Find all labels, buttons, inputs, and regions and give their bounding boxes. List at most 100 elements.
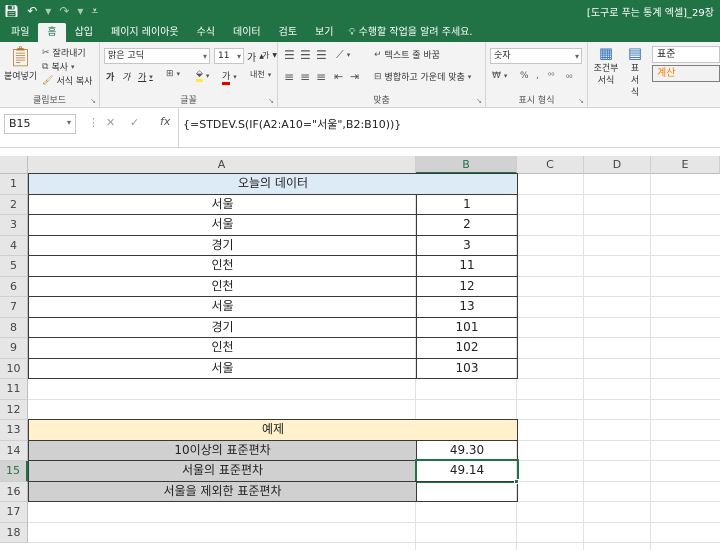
region-cell[interactable]: 경기 [28, 316, 417, 338]
dialog-launcher-icon[interactable]: ↘ [90, 97, 96, 105]
increase-indent-button[interactable]: ⇥ [350, 70, 359, 83]
tab-home[interactable]: 홈 [38, 23, 66, 42]
column-header-e[interactable]: E [651, 156, 720, 174]
save-icon[interactable]: 💾︎ [4, 4, 19, 18]
phonetic-button[interactable]: 내천 ▾ [250, 69, 271, 80]
row-header-10[interactable]: 10 [0, 358, 28, 379]
formula-input[interactable]: {=STDEV.S(IF(A2:A10="서울",B2:B10))} [178, 108, 720, 148]
bold-button[interactable]: 가 [106, 70, 114, 83]
decrease-decimal-button[interactable]: ₀₀ [566, 71, 572, 80]
example-header-cell[interactable]: 예제 [28, 419, 518, 441]
borders-button[interactable]: ⊞ ▾ [166, 69, 180, 79]
example-label-cell[interactable]: 서울을 제외한 표준편차 [28, 480, 417, 502]
row-header-5[interactable]: 5 [0, 256, 28, 277]
row-header-15[interactable]: 15 [0, 461, 28, 482]
row-header-17[interactable]: 17 [0, 502, 28, 523]
example-value-cell[interactable] [416, 480, 518, 502]
tab-page-layout[interactable]: 페이지 레이아웃 [102, 23, 188, 42]
align-right-button[interactable]: ≡ [316, 70, 326, 84]
fill-color-button[interactable]: ⬙ ▾ [196, 69, 209, 82]
number-format-select[interactable]: 숫자 ▾ [490, 48, 582, 64]
row-header-18[interactable]: 18 [0, 522, 28, 543]
region-cell[interactable]: 인천 [28, 255, 417, 277]
tab-insert[interactable]: 삽입 [66, 23, 102, 42]
table-header-cell[interactable]: 오늘의 데이터 [28, 173, 518, 195]
align-top-button[interactable]: ☰ [284, 48, 295, 62]
value-cell[interactable]: 12 [416, 275, 518, 297]
value-cell[interactable]: 2 [416, 214, 518, 236]
undo-icon[interactable]: ↶ [27, 4, 37, 18]
fill-handle[interactable] [514, 478, 519, 484]
cancel-icon[interactable]: ✕ [106, 116, 115, 129]
column-header-c[interactable]: C [517, 156, 584, 174]
row-header-9[interactable]: 9 [0, 338, 28, 359]
row-header-4[interactable]: 4 [0, 235, 28, 256]
worksheet-grid[interactable]: A B C D E 1 2 3 4 5 6 7 8 9 10 11 12 13 14 15 16 17 18 오늘의 데이터 서… [0, 156, 720, 550]
style-calculation[interactable]: 계산 [652, 65, 720, 82]
region-cell[interactable]: 인천 [28, 275, 417, 297]
value-cell[interactable]: 13 [416, 296, 518, 318]
conditional-format-button[interactable]: ▦ 조건부 서식 [592, 44, 620, 87]
row-header-13[interactable]: 13 [0, 420, 28, 441]
percent-button[interactable]: % [520, 71, 529, 81]
region-cell[interactable]: 서울 [28, 193, 417, 215]
region-cell[interactable]: 서울 [28, 296, 417, 318]
value-cell[interactable]: 3 [416, 234, 518, 256]
copy-button[interactable]: ⧉ 복사 ▾ [42, 60, 75, 74]
row-header-6[interactable]: 6 [0, 276, 28, 297]
region-cell[interactable]: 인천 [28, 337, 417, 359]
column-header-b[interactable]: B [416, 156, 517, 174]
value-cell[interactable]: 102 [416, 337, 518, 359]
merge-center-button[interactable]: ⊟ 병합하고 가운데 맞춤 ▾ [374, 70, 471, 84]
value-cell[interactable]: 101 [416, 316, 518, 338]
example-label-cell[interactable]: 서울의 표준편차 [28, 460, 417, 482]
tab-view[interactable]: 보기 [306, 23, 342, 42]
align-bottom-button[interactable]: ☰ [316, 48, 327, 62]
undo-dropdown-icon[interactable]: ▾ [45, 4, 51, 18]
row-header-14[interactable]: 14 [0, 440, 28, 461]
align-left-button[interactable]: ≡ [284, 70, 294, 84]
customize-qat-icon[interactable]: ⩡ [91, 4, 98, 19]
font-name-select[interactable]: 맑은 고딕 ▾ [104, 48, 210, 64]
redo-dropdown-icon[interactable]: ▾ [77, 4, 83, 18]
italic-button[interactable]: 가 [122, 70, 130, 83]
insert-function-icon[interactable]: fx [160, 115, 170, 128]
value-cell[interactable]: 11 [416, 255, 518, 277]
tab-review[interactable]: 검토 [270, 23, 306, 42]
dialog-launcher-icon[interactable]: ↘ [476, 97, 482, 105]
increase-decimal-button[interactable]: ⁰⁰ [548, 71, 554, 80]
redo-icon[interactable]: ↷ [59, 4, 69, 18]
example-label-cell[interactable]: 10이상의 표준편차 [28, 439, 417, 461]
row-header-16[interactable]: 16 [0, 481, 28, 502]
region-cell[interactable]: 서울 [28, 214, 417, 236]
align-middle-button[interactable]: ☰ [300, 48, 311, 62]
align-center-button[interactable]: ≡ [300, 70, 310, 84]
shrink-font-button[interactable]: 가 ▼ [262, 50, 277, 61]
tab-formulas[interactable]: 수식 [188, 23, 224, 42]
font-color-button[interactable]: 가 ▾ [222, 69, 237, 85]
row-header-3[interactable]: 3 [0, 215, 28, 236]
value-cell[interactable]: 103 [416, 357, 518, 379]
currency-button[interactable]: ₩ ▾ [492, 71, 507, 81]
tab-file[interactable]: 파일 [2, 23, 38, 42]
paste-button[interactable]: 📋︎ 붙여넣기 [4, 44, 37, 82]
dialog-launcher-icon[interactable]: ↘ [578, 97, 584, 105]
format-as-table-button[interactable]: ▤ 표 서식 [622, 44, 648, 99]
row-header-1[interactable]: 1 [0, 174, 28, 195]
comma-button[interactable]: , [536, 71, 539, 81]
example-value-cell[interactable]: 49.30 [416, 439, 518, 461]
value-cell[interactable]: 1 [416, 193, 518, 215]
column-header-a[interactable]: A [28, 156, 416, 174]
decrease-indent-button[interactable]: ⇤ [334, 70, 343, 83]
region-cell[interactable]: 경기 [28, 234, 417, 256]
style-normal[interactable]: 표준 [652, 46, 720, 63]
row-header-8[interactable]: 8 [0, 317, 28, 338]
region-cell[interactable]: 서울 [28, 357, 417, 379]
wrap-text-button[interactable]: ↵ 텍스트 줄 바꿈 [374, 48, 440, 62]
active-cell-b15[interactable]: 49.14 [415, 459, 519, 483]
select-all-button[interactable] [0, 156, 28, 174]
tell-me-box[interactable]: 💡︎ 수행할 작업을 알려 주세요. [348, 23, 472, 42]
font-size-select[interactable]: 11 ▾ [214, 48, 244, 64]
enter-icon[interactable]: ✓ [130, 116, 139, 129]
row-header-11[interactable]: 11 [0, 379, 28, 400]
